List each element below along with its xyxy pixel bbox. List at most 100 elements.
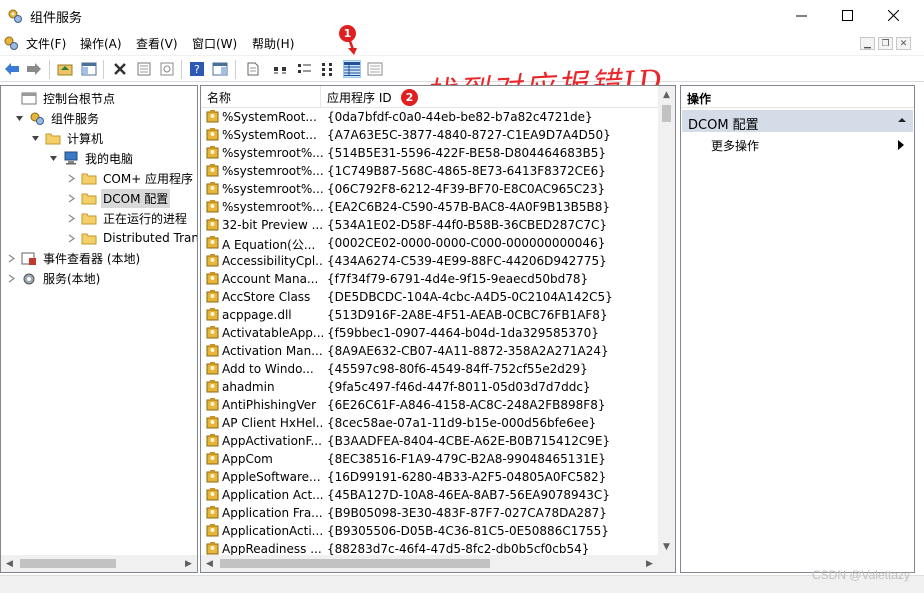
list-row[interactable]: %systemroot%... {1C749B87-568C-4865-8E73-…	[201, 162, 659, 180]
tree-node[interactable]: Distributed Transaction Coordinator	[65, 228, 197, 248]
refresh-button[interactable]	[158, 60, 176, 78]
up-level-button[interactable]	[56, 60, 74, 78]
maximize-button[interactable]	[824, 0, 870, 31]
list-row[interactable]: AccStore Class {DE5DBCDC-104A-4cbc-A4D5-0…	[201, 288, 659, 306]
list-row[interactable]: Add to Windo... {45597c98-80f6-4549-84ff-…	[201, 360, 659, 378]
list-row[interactable]: %systemroot%... {EA2C6B24-C590-457B-BAC8-…	[201, 198, 659, 216]
mdi-minimize-button[interactable]: ▁	[860, 37, 875, 50]
tree-node[interactable]: DCOM 配置	[65, 188, 171, 208]
dcom-app-icon	[206, 470, 219, 483]
list-row[interactable]: ActivatableApp... {f59bbec1-0907-4464-b04…	[201, 324, 659, 342]
result-list: 名称 应用程序 ID 2 %SystemRoot... {0da7bfdf-c0a…	[200, 85, 676, 573]
submenu-arrow-icon[interactable]	[898, 140, 904, 150]
row-app-id: {16D99191-6280-4B33-A2F5-04805A0FC582}	[327, 470, 607, 484]
back-button[interactable]	[3, 60, 21, 78]
actions-section-dcom[interactable]: DCOM 配置	[682, 110, 913, 133]
help-button[interactable]: ?	[188, 60, 206, 78]
window-title: 组件服务	[30, 11, 83, 26]
list-row[interactable]: AccessibilityCpl... {434A6274-C539-4E99-8…	[201, 252, 659, 270]
list-row[interactable]: AppCom {8EC38516-F1A9-479C-B2A8-990484651…	[201, 450, 659, 468]
list-view-button[interactable]	[320, 60, 338, 78]
properties-sheet-button[interactable]	[366, 60, 384, 78]
list-row[interactable]: Application Act... {45BA127D-10A8-46EA-8A…	[201, 486, 659, 504]
tree-node[interactable]: 控制台根节点	[5, 88, 117, 108]
row-app-id: {9fa5c497-f46d-447f-8011-05d03d7d7ddc}	[327, 380, 591, 394]
tree-node[interactable]: 组件服务	[13, 108, 101, 128]
minimize-button[interactable]	[778, 0, 824, 31]
list-row[interactable]: %systemroot%... {514B5E31-5596-422F-BE58-…	[201, 144, 659, 162]
menu-action[interactable]: 操作(A)	[80, 35, 122, 52]
list-row[interactable]: AntiPhishingVer {6E26C61F-A846-4158-AC8C-…	[201, 396, 659, 414]
large-icons-view-button[interactable]	[272, 60, 290, 78]
collapsed-chevron-icon[interactable]	[65, 192, 77, 204]
expanded-chevron-icon[interactable]	[47, 152, 59, 164]
list-row[interactable]: AppleSoftware... {16D99191-6280-4B33-A2F5…	[201, 468, 659, 486]
collapsed-chevron-icon[interactable]	[5, 272, 17, 284]
scrollbar-thumb[interactable]	[20, 559, 116, 568]
menu-help[interactable]: 帮助(H)	[252, 35, 294, 52]
forward-button[interactable]	[25, 60, 43, 78]
list-row[interactable]: acppage.dll {513D916F-2A8E-4F51-AEAB-0CBC…	[201, 306, 659, 324]
list-row[interactable]: ApplicationActi... {B9305506-D05B-4C36-81…	[201, 522, 659, 540]
list-row[interactable]: %systemroot%... {06C792F8-6212-4F39-BF70-…	[201, 180, 659, 198]
column-header-app-id[interactable]: 应用程序 ID	[321, 86, 659, 108]
menu-file[interactable]: 文件(F)	[26, 35, 66, 52]
collapsed-chevron-icon[interactable]	[65, 212, 77, 224]
menu-view[interactable]: 查看(V)	[136, 35, 178, 52]
show-hide-tree-button[interactable]	[80, 60, 98, 78]
tree-node[interactable]: 计算机	[29, 128, 105, 148]
list-vertical-scrollbar[interactable]: ▲ ▼	[658, 86, 675, 555]
scroll-left-arrow-icon[interactable]: ◀	[1, 555, 18, 572]
scrollbar-thumb[interactable]	[220, 559, 490, 568]
more-actions-link[interactable]: 更多操作	[711, 137, 759, 154]
system-menu-icon[interactable]	[3, 35, 19, 51]
scroll-left-arrow-icon[interactable]: ◀	[201, 555, 218, 572]
menu-window[interactable]: 窗口(W)	[192, 35, 237, 52]
list-row[interactable]: 32-bit Preview ... {534A1E02-D58F-44f0-B5…	[201, 216, 659, 234]
scroll-right-arrow-icon[interactable]: ▶	[180, 555, 197, 572]
minimize-icon: ▁	[864, 38, 871, 49]
tree-node[interactable]: COM+ 应用程序	[65, 168, 195, 188]
close-button[interactable]	[870, 0, 916, 31]
collapsed-chevron-icon[interactable]	[5, 252, 17, 264]
row-name: ApplicationActi...	[222, 524, 323, 538]
list-row[interactable]: %SystemRoot... {0da7bfdf-c0a0-44eb-be82-b…	[201, 108, 659, 126]
list-row[interactable]: AppActivationF... {B3AADFEA-8404-4CBE-A62…	[201, 432, 659, 450]
scrollbar-thumb[interactable]	[662, 105, 671, 122]
tree-node[interactable]: 事件查看器 (本地)	[5, 248, 142, 268]
list-horizontal-scrollbar[interactable]: ◀ ▶	[201, 555, 675, 572]
list-row[interactable]: AP Client HxHel... {8cec58ae-07a1-11d9-b1…	[201, 414, 659, 432]
column-header-name[interactable]: 名称	[201, 86, 321, 108]
scroll-up-arrow-icon[interactable]: ▲	[658, 86, 675, 103]
mdi-restore-button[interactable]: ❐	[878, 37, 893, 50]
list-row[interactable]: A Equation(公... {0002CE02-0000-0000-C000-…	[201, 234, 659, 252]
tree-node[interactable]: 服务(本地)	[5, 268, 102, 288]
collapse-caret-icon[interactable]	[897, 115, 907, 125]
list-row[interactable]: ahadmin {9fa5c497-f46d-447f-8011-05d03d7d…	[201, 378, 659, 396]
collapsed-chevron-icon[interactable]	[65, 232, 77, 244]
small-icons-view-button[interactable]	[296, 60, 314, 78]
mdi-close-button[interactable]: ✕	[896, 37, 911, 50]
folder-icon	[81, 173, 97, 185]
list-row[interactable]: Activation Man... {8A9AE632-CB07-4A11-887…	[201, 342, 659, 360]
tree-horizontal-scrollbar[interactable]: ◀ ▶	[1, 555, 197, 572]
delete-button[interactable]	[111, 60, 129, 78]
expanded-chevron-icon[interactable]	[13, 112, 25, 124]
row-app-id: {06C792F8-6212-4F39-BF70-E8C0AC965C23}	[327, 182, 606, 196]
collapsed-chevron-icon[interactable]	[65, 172, 77, 184]
list-row[interactable]: Account Mana... {f7f34f79-6791-4d4e-9f15-…	[201, 270, 659, 288]
list-row[interactable]: %SystemRoot... {A7A63E5C-3877-4840-8727-C…	[201, 126, 659, 144]
tree-node[interactable]: 正在运行的进程	[65, 208, 189, 228]
tree-node[interactable]: 我的电脑	[47, 148, 135, 168]
scroll-down-arrow-icon[interactable]: ▼	[658, 538, 675, 555]
scroll-right-arrow-icon[interactable]: ▶	[641, 555, 658, 572]
delete-icon	[114, 63, 126, 75]
dcom-app-icon	[206, 272, 219, 285]
export-list-button[interactable]	[243, 60, 261, 78]
row-name: A Equation(公...	[222, 238, 316, 252]
properties-button[interactable]	[135, 60, 153, 78]
show-action-pane-button[interactable]	[211, 60, 229, 78]
detail-view-button[interactable]	[343, 60, 361, 78]
expanded-chevron-icon[interactable]	[29, 132, 41, 144]
list-row[interactable]: Application Fra... {B9B05098-3E30-483F-87…	[201, 504, 659, 522]
